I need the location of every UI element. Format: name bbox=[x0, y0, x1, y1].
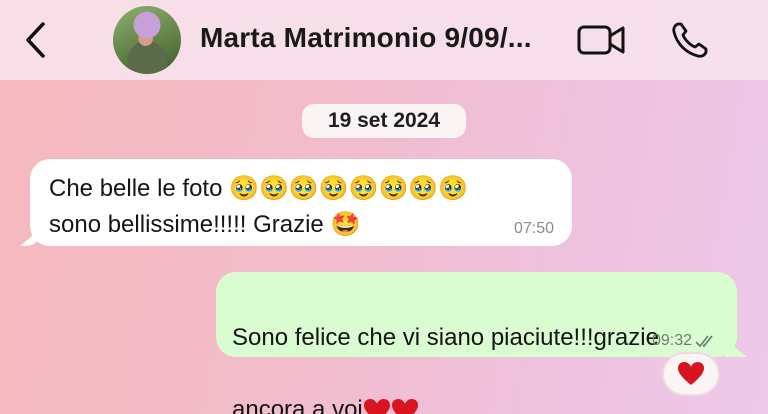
heart-icon bbox=[678, 362, 704, 385]
message-time: 09:32 bbox=[651, 332, 692, 349]
video-camera-icon bbox=[577, 25, 625, 55]
chevron-left-icon bbox=[26, 22, 45, 58]
message-outgoing[interactable]: Sono felice che vi siano piaciute!!!graz… bbox=[216, 272, 737, 414]
avatar[interactable] bbox=[113, 6, 181, 74]
chat-header: Marta Matrimonio 9/09/... bbox=[0, 0, 768, 80]
message-text: Sono felice che vi siano piaciute!!!graz… bbox=[232, 284, 719, 414]
message-text-line2: ancora a voi bbox=[232, 396, 363, 414]
video-call-button[interactable] bbox=[577, 22, 627, 58]
message-text: Che belle le foto 🥹🥹🥹🥹🥹🥹🥹🥹 sono bellissi… bbox=[49, 175, 469, 238]
chat-title[interactable]: Marta Matrimonio 9/09/... bbox=[200, 22, 532, 54]
message-incoming[interactable]: Che belle le foto 🥹🥹🥹🥹🥹🥹🥹🥹 sono bellissi… bbox=[30, 159, 572, 246]
phone-icon bbox=[672, 22, 708, 58]
read-ticks-icon bbox=[695, 335, 713, 348]
heart-icon bbox=[391, 398, 418, 414]
back-button[interactable] bbox=[18, 20, 52, 60]
heart-icon bbox=[363, 398, 390, 414]
message-time: 07:50 bbox=[513, 220, 554, 237]
message-meta: 09:32 bbox=[652, 332, 717, 350]
voice-call-button[interactable] bbox=[670, 20, 710, 60]
message-reaction[interactable] bbox=[662, 352, 720, 396]
date-separator: 19 set 2024 bbox=[302, 104, 466, 138]
message-text-line1: Sono felice che vi siano piaciute!!!graz… bbox=[232, 324, 659, 351]
